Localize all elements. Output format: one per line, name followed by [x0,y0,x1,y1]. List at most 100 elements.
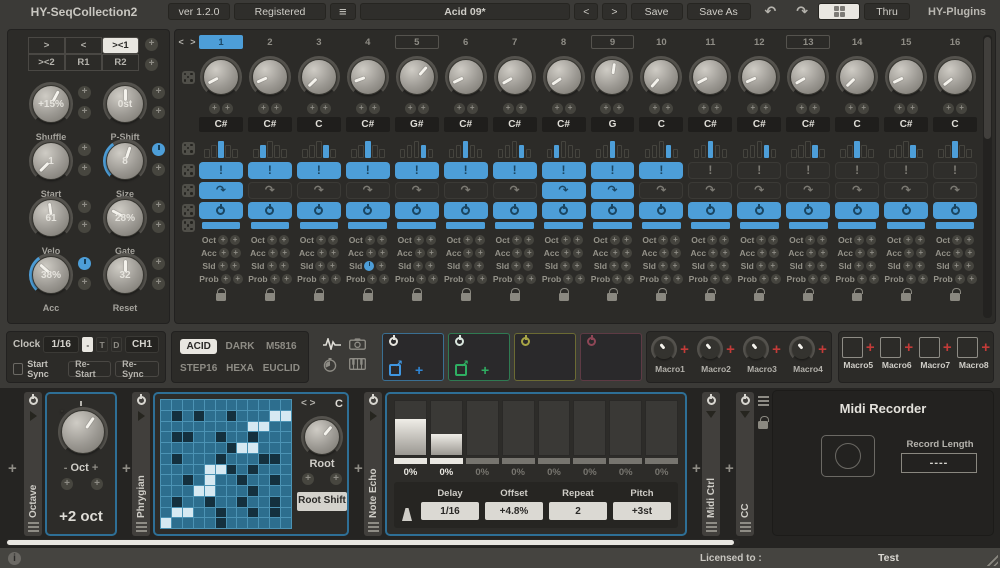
scale-cell[interactable] [183,432,193,442]
sld-plus-icon[interactable]: + [621,261,631,271]
note-display-step-1[interactable]: C# [199,117,243,132]
acc-plus-icon[interactable]: + [475,248,485,258]
param-value-box[interactable]: 2 [549,502,607,520]
module-strip-octave[interactable]: Octave [24,392,42,536]
scale-cell[interactable] [270,486,280,496]
acc-knob[interactable]: 38% [29,253,73,297]
gate-bar-step-1[interactable] [202,222,241,229]
timer-icon[interactable] [323,358,337,372]
sld-plus-icon[interactable]: + [474,261,484,271]
open-module-icon[interactable] [455,364,467,376]
prob-plus-icon[interactable]: + [428,274,438,284]
step-power-button-2[interactable] [248,202,292,219]
oct-plus-icon[interactable]: + [475,235,485,245]
scale-cell[interactable] [216,486,226,496]
step-number-16[interactable]: 16 [933,35,977,49]
slide-button-step-7[interactable]: ↷ [493,182,537,199]
oct-plus-icon[interactable]: + [866,235,876,245]
step-power-button-12[interactable] [737,202,781,219]
step-number-7[interactable]: 7 [493,35,537,49]
reset-knob[interactable]: 32 [103,253,147,297]
scale-cell[interactable] [259,422,269,432]
insert-module-icon[interactable]: + [122,460,131,477]
layout-grid-icon[interactable] [818,3,860,20]
acc-plus-icon[interactable]: + [512,248,522,258]
drag-handle-icon[interactable] [740,522,751,532]
prob-plus-icon[interactable]: + [233,274,243,284]
restart-button[interactable]: Re-Start [68,361,111,377]
oct-plus-icon[interactable]: + [610,235,620,245]
scale-cell[interactable] [205,400,215,410]
scale-cell[interactable] [237,497,247,507]
prob-plus-icon[interactable]: + [563,274,573,284]
pitch-step-plus-icon[interactable]: + [613,103,624,114]
pitch-knob-step-1[interactable] [200,56,242,98]
pitch-step-plus-icon[interactable]: + [809,103,820,114]
pitch-step-plus-icon[interactable]: + [467,103,478,114]
scale-cell[interactable] [248,497,258,507]
scale-cell[interactable] [183,454,193,464]
dice-randomize-icon[interactable] [182,142,195,155]
slide-button-step-11[interactable]: ↷ [688,182,732,199]
scale-cell[interactable] [183,411,193,421]
oct-plus-icon[interactable]: + [854,235,864,245]
acc-plus-icon[interactable]: + [855,248,865,258]
insert-module-icon[interactable]: + [725,460,734,477]
prob-plus-icon[interactable]: + [918,274,928,284]
step-number-8[interactable]: 8 [542,35,586,49]
pitch-step-plus-icon[interactable]: + [258,103,269,114]
scale-cell[interactable] [183,497,193,507]
scale-cell[interactable] [237,400,247,410]
octave-slider-step-1[interactable] [204,138,238,158]
sld-plus-icon[interactable]: + [854,261,864,271]
prob-plus-icon[interactable]: + [771,274,781,284]
step-power-button-4[interactable] [346,202,390,219]
octave-slider-step-11[interactable] [694,138,728,158]
scale-cell[interactable] [248,454,258,464]
oct-plus-icon[interactable]: + [426,235,436,245]
power-icon[interactable] [587,337,596,346]
plus-icon[interactable]: + [152,163,165,176]
sld-plus-icon[interactable]: + [719,261,729,271]
root-plus-icon[interactable]: + [330,473,342,485]
macro3-knob[interactable] [743,336,769,362]
prob-plus-icon[interactable]: + [967,274,977,284]
rack-lock-icon[interactable] [758,421,768,429]
scale-cell[interactable] [172,465,182,475]
oct-plus-icon[interactable]: + [561,235,571,245]
record-length-value[interactable]: ---- [901,453,977,473]
sld-plus-icon[interactable]: + [523,261,533,271]
scale-cell[interactable] [216,518,226,528]
power-icon[interactable] [29,396,38,405]
scale-cell[interactable] [281,518,291,528]
note-display-step-15[interactable]: C# [884,117,928,132]
scale-cell[interactable] [172,454,182,464]
size-knob[interactable]: 8 [103,139,147,183]
scale-cell[interactable] [216,465,226,475]
sld-plus-icon[interactable]: + [279,261,289,271]
pitch-step-plus-icon[interactable]: + [369,103,380,114]
step-lock-icon[interactable] [950,293,960,301]
feel-triplet-button[interactable]: T [96,337,107,352]
prob-plus-icon[interactable]: + [673,274,683,284]
scale-cell[interactable] [237,443,247,453]
scale-cell[interactable] [161,518,171,528]
scale-cell[interactable] [259,411,269,421]
gate-bar-step-6[interactable] [446,222,485,229]
prob-plus-icon[interactable]: + [477,274,487,284]
scale-cell[interactable] [237,432,247,442]
octave-slider-step-9[interactable] [596,138,630,158]
open-module-icon[interactable] [389,364,401,376]
prob-plus-icon[interactable]: + [906,274,916,284]
camera-icon[interactable] [349,338,366,350]
pitch-knob-step-6[interactable] [445,56,487,98]
pitch-knob-step-15[interactable] [885,56,927,98]
scale-cell[interactable] [237,486,247,496]
scale-cell[interactable] [281,475,291,485]
step-lock-icon[interactable] [510,293,520,301]
scale-cell[interactable] [216,475,226,485]
waveform-icon[interactable] [323,338,341,350]
prob-plus-icon[interactable]: + [759,274,769,284]
pitch-knob-step-9[interactable] [591,56,633,98]
sld-plus-icon[interactable]: + [952,261,962,271]
